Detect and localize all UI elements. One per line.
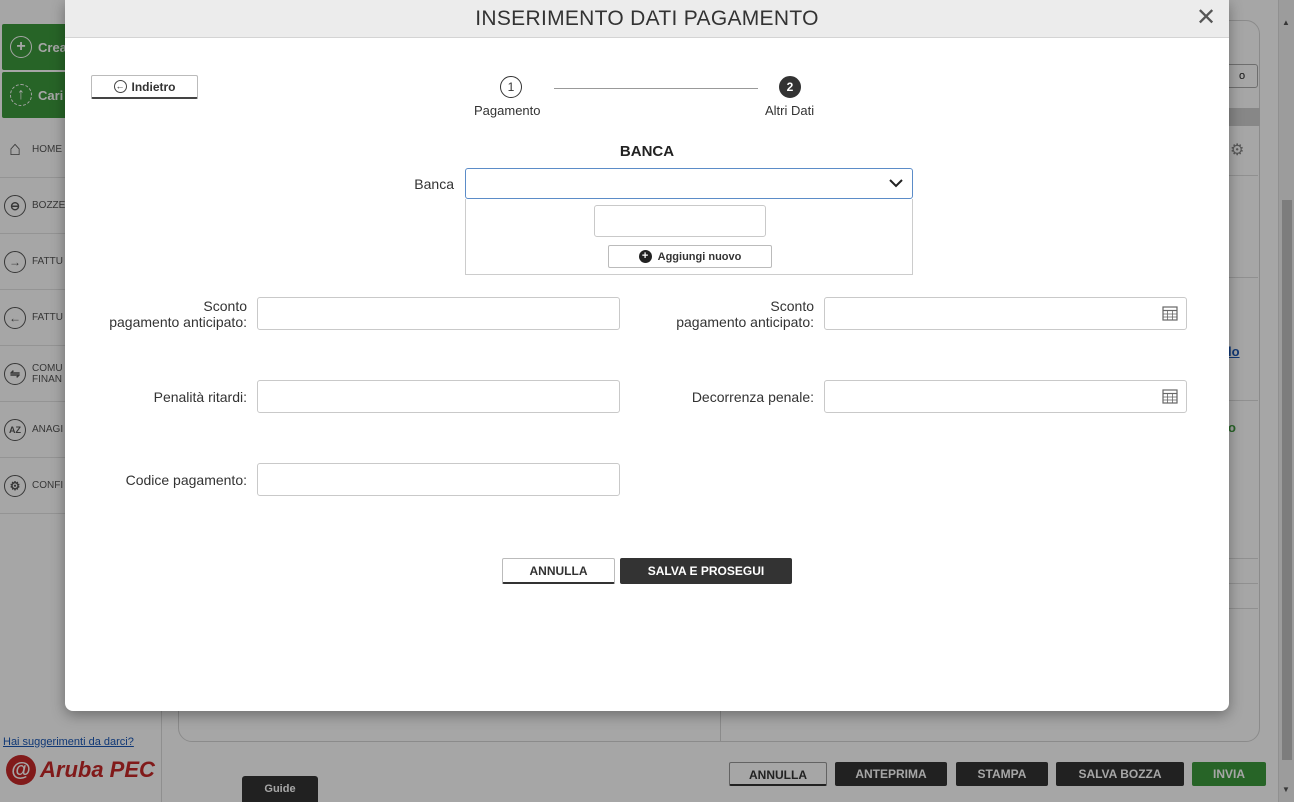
sconto-left-label: Sconto pagamento anticipato: <box>85 298 247 330</box>
plus-circle-icon: + <box>638 250 652 263</box>
chevron-down-icon <box>889 179 903 188</box>
sconto-right-date-input[interactable] <box>824 297 1187 330</box>
decorrenza-date-input[interactable] <box>824 380 1187 413</box>
back-button[interactable]: ← Indietro <box>91 75 198 99</box>
sconto-left-label-line1: Sconto <box>203 298 247 314</box>
sconto-left-label-line2: pagamento anticipato: <box>109 314 247 330</box>
back-button-label: Indietro <box>131 79 176 94</box>
calendar-icon[interactable] <box>1162 305 1178 321</box>
banca-search-input[interactable] <box>594 205 766 237</box>
cancel-button[interactable]: ANNULLA <box>502 558 615 584</box>
decorrenza-label: Decorrenza penale: <box>691 389 814 405</box>
arrow-left-circle-icon: ← <box>113 80 127 93</box>
section-title: BANCA <box>619 143 675 160</box>
calendar-icon[interactable] <box>1162 388 1178 404</box>
add-new-bank-label: Aggiungi nuovo <box>657 250 742 263</box>
sconto-left-input[interactable] <box>257 297 620 330</box>
modal-title: INSERIMENTO DATI PAGAMENTO <box>475 7 819 30</box>
step-2-indicator: 2 <box>779 76 801 98</box>
close-icon[interactable]: ✕ <box>1196 4 1216 32</box>
sconto-right-label-line2: pagamento anticipato: <box>676 314 814 330</box>
save-and-continue-button[interactable]: SALVA E PROSEGUI <box>620 558 792 584</box>
step-1-label: Pagamento <box>474 103 541 118</box>
banca-dropdown-panel: + Aggiungi nuovo <box>465 199 913 275</box>
banca-select[interactable] <box>465 168 913 199</box>
codice-pagamento-input[interactable] <box>257 463 620 496</box>
sconto-right-label: Sconto pagamento anticipato: <box>655 298 814 330</box>
step-1-indicator: 1 <box>500 76 522 98</box>
add-new-bank-button[interactable]: + Aggiungi nuovo <box>608 245 772 268</box>
stepper-connector <box>554 88 758 89</box>
payment-data-modal: INSERIMENTO DATI PAGAMENTO ✕ ← Indietro … <box>65 0 1229 711</box>
codice-label: Codice pagamento: <box>125 472 247 488</box>
step-2-label: Altri Dati <box>765 103 815 118</box>
penalita-input[interactable] <box>257 380 620 413</box>
banca-label: Banca <box>414 176 454 192</box>
penalita-label: Penalità ritardi: <box>153 389 247 405</box>
sconto-right-label-line1: Sconto <box>770 298 814 314</box>
modal-header: INSERIMENTO DATI PAGAMENTO ✕ <box>65 0 1229 38</box>
